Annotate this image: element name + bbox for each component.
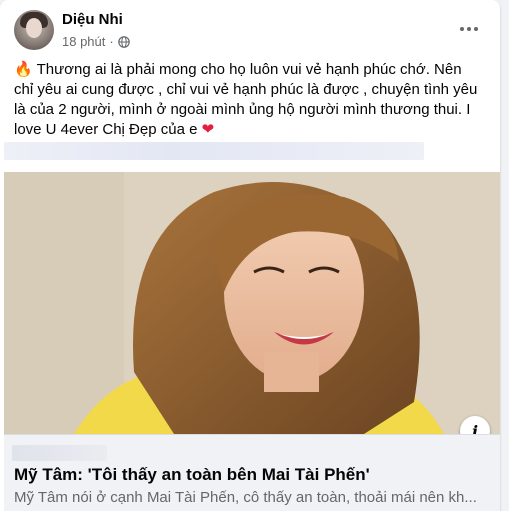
globe-icon[interactable] [117, 35, 130, 48]
link-preview[interactable]: Mỹ Tâm: 'Tôi thấy an toàn bên Mai Tài Ph… [4, 434, 500, 511]
post-time[interactable]: 18 phút [62, 34, 105, 49]
link-title[interactable]: Mỹ Tâm: 'Tôi thấy an toàn bên Mai Tài Ph… [14, 465, 370, 485]
author-name[interactable]: Diệu Nhi [62, 11, 123, 28]
fire-emoji: 🔥 [14, 61, 33, 78]
blurred-link-domain [12, 445, 107, 461]
post-text: 🔥 Thương ai là phải mong cho họ luôn vui… [14, 60, 484, 140]
avatar[interactable] [14, 10, 54, 50]
post-header: Diệu Nhi 18 phút · [14, 10, 490, 54]
link-preview-image[interactable] [4, 172, 500, 434]
portrait-illustration [4, 172, 500, 434]
dot-icon [467, 27, 471, 31]
post-meta: 18 phút · [62, 34, 130, 49]
more-options-button[interactable] [454, 14, 484, 44]
avatar-face [26, 18, 42, 38]
dot-icon [460, 27, 464, 31]
blurred-link-text [4, 142, 424, 160]
link-description: Mỹ Tâm nói ở cạnh Mai Tài Phến, cô thấy … [14, 489, 477, 506]
dot-icon [474, 27, 478, 31]
post-card: Diệu Nhi 18 phút · 🔥 Thương ai là phải m… [0, 0, 500, 511]
heart-emoji: ❤ [201, 121, 215, 138]
post-body: Thương ai là phải mong cho họ luôn vui v… [14, 61, 478, 138]
